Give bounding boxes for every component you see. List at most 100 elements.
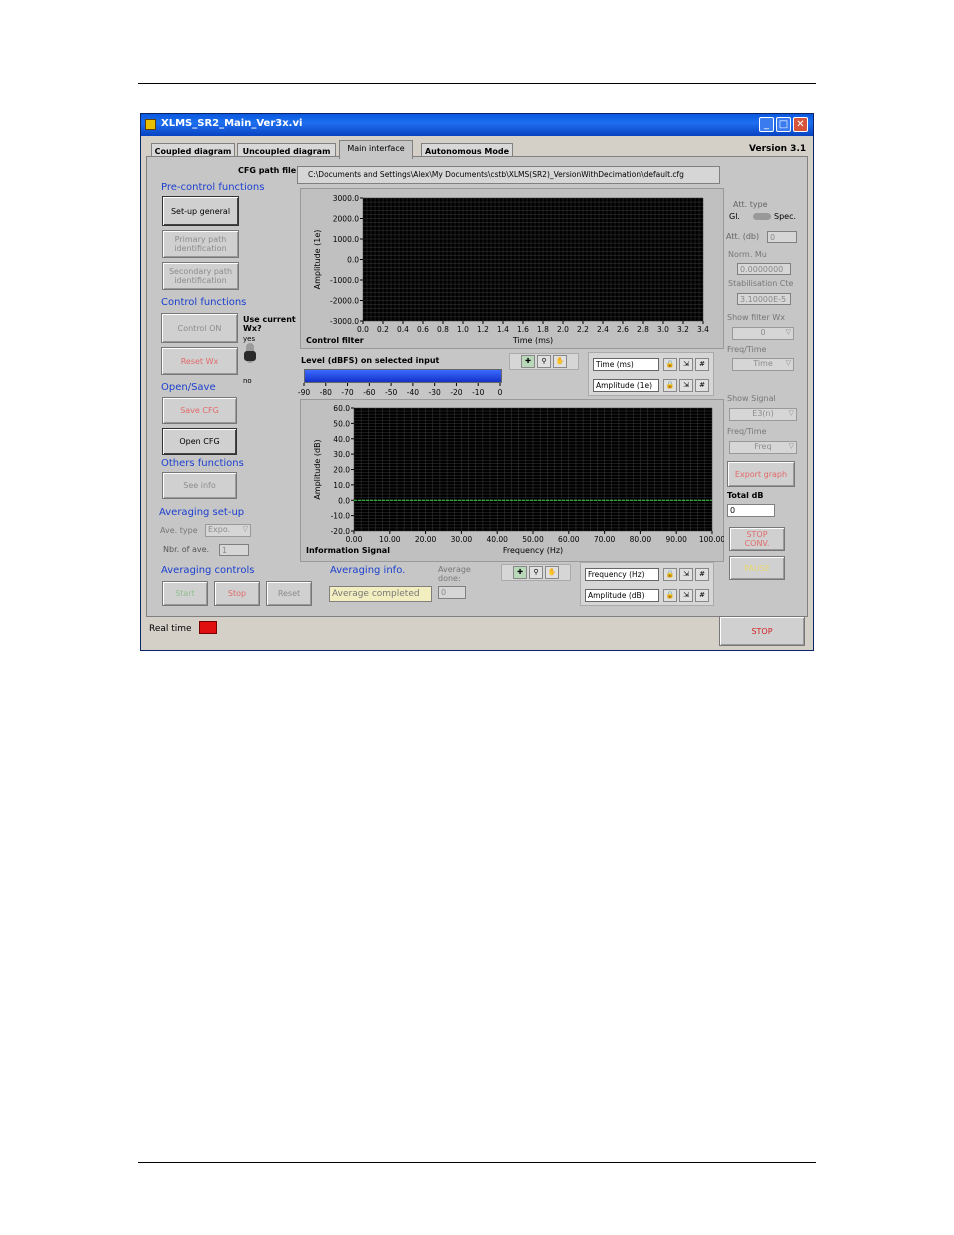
att-db-field[interactable]: 0 [767, 231, 797, 243]
norm-mu-label: Norm. Mu [728, 250, 767, 259]
x-tick-label: 1.4 [497, 325, 509, 334]
format2-y-icon[interactable]: # [695, 589, 709, 602]
hand-icon[interactable]: ✋ [553, 355, 567, 368]
setup-general-button[interactable]: Set-up general [162, 196, 239, 226]
use-wx-toggle[interactable] [243, 343, 257, 363]
y-tick-label: 30.0 [333, 450, 350, 459]
cfg-path-field[interactable]: C:\Documents and Settings\Alex\My Docume… [297, 166, 720, 184]
autoscale-y-icon[interactable]: ⇲ [679, 379, 693, 392]
norm-mu-field[interactable]: 0.0000000 [737, 263, 791, 275]
zoom2-icon[interactable]: ⚲ [529, 566, 543, 579]
x-tick-label: 70.00 [594, 535, 616, 544]
minimize-button[interactable]: _ [759, 117, 774, 132]
control-filter-chart: 0.0 0.2 0.4 0.6 0.8 1.0 1.2 1.4 1.6 1.8 2.0 2.2 2.4 2… [306, 194, 709, 345]
total-db-label: Total dB [727, 491, 764, 500]
lock2-y-icon[interactable]: 🔒 [663, 589, 677, 602]
level-bar-track [304, 369, 502, 383]
x-tick-label: 80.00 [630, 535, 652, 544]
maximize-button[interactable]: □ [776, 117, 791, 132]
x-tick-label: 90.00 [665, 535, 687, 544]
precontrol-heading: Pre-control functions [161, 182, 265, 193]
start-button[interactable]: Start [162, 581, 208, 606]
show-signal-label: Show Signal [727, 394, 776, 403]
see-info-button[interactable]: See info [162, 472, 237, 499]
stop-conv-button[interactable]: STOP CONV. [729, 527, 785, 551]
format2-x-icon[interactable]: # [695, 568, 709, 581]
crosshair2-icon[interactable]: ✚ [513, 566, 527, 579]
realtime-label: Real time [149, 624, 192, 634]
y-axis-label: Amplitude (1e) [313, 230, 322, 290]
cfg-path-label: CFG path file [238, 166, 297, 175]
stop-conv-line1: STOP [746, 530, 768, 539]
window-title: XLMS_SR2_Main_Ver3x.vi [161, 118, 303, 129]
stop-button[interactable]: STOP [719, 616, 805, 646]
freqtime2-select[interactable]: Freq [729, 441, 797, 454]
legend1-x[interactable]: Time (ms) [593, 358, 659, 371]
stop-avg-button[interactable]: Stop [214, 581, 260, 606]
freqtime1-select[interactable]: Time [732, 358, 794, 371]
y-tick-label: 1000.0 [333, 235, 359, 244]
legend1-panel: Time (ms) 🔒 ⇲ # Amplitude (1e) 🔒 ⇲ # [588, 352, 714, 396]
level-tick-label: -90 [298, 388, 310, 397]
information-signal-chart: 0.00 10.00 20.00 30.00 40.00 50.00 60.00 70.00 8… [306, 404, 724, 555]
labview-window: XLMS_SR2_Main_Ver3x.vi _ □ ✕ Coupled dia… [140, 113, 814, 651]
x-tick-label: 0.4 [397, 325, 409, 334]
show-signal-select[interactable]: E3(n) [729, 408, 797, 421]
x-axis-label: Frequency (Hz) [503, 546, 563, 555]
y-tick-label: 20.0 [333, 466, 350, 475]
x-tick-label: 1.2 [477, 325, 489, 334]
pause-label: PAUSE [744, 563, 770, 573]
x-tick-label: 2.4 [597, 325, 609, 334]
ave-type-select[interactable]: Expo. [205, 524, 251, 537]
average-done-field: 0 [438, 586, 466, 599]
primary-path-line2: identification [174, 244, 227, 253]
reset-button[interactable]: Reset [266, 581, 312, 606]
chart-title: Control filter [306, 336, 364, 345]
format-x-icon[interactable]: # [695, 358, 709, 371]
x-tick-label: 2.6 [617, 325, 629, 334]
y-tick-label: 0.0 [338, 496, 350, 505]
x-tick-label: 1.0 [457, 325, 469, 334]
reset-wx-button[interactable]: Reset Wx [161, 347, 238, 375]
average-done-line2: done: [438, 574, 461, 583]
stab-field[interactable]: 3.10000E-5 [737, 293, 791, 305]
secondary-path-line1: Secondary path [168, 267, 233, 276]
control-on-button[interactable]: Control ON [161, 313, 238, 343]
legend1-y[interactable]: Amplitude (1e) [593, 379, 659, 392]
legend2-x[interactable]: Frequency (Hz) [585, 568, 659, 581]
open-cfg-button[interactable]: Open CFG [162, 428, 237, 455]
hand2-icon[interactable]: ✋ [545, 566, 559, 579]
crosshair-icon[interactable]: ✚ [521, 355, 535, 368]
tab-main-interface[interactable]: Main interface [339, 140, 413, 159]
zoom-icon[interactable]: ⚲ [537, 355, 551, 368]
ave-nbr-field[interactable]: 1 [219, 544, 249, 556]
att-type-slider[interactable] [753, 213, 771, 220]
save-cfg-button[interactable]: Save CFG [162, 397, 237, 424]
average-done-line1: Average [438, 565, 471, 574]
secondary-path-button[interactable]: Secondary path identification [162, 262, 239, 290]
show-filter-select[interactable]: 0 [732, 327, 794, 340]
format-y-icon[interactable]: # [695, 379, 709, 392]
level-tick-label: 0 [498, 388, 503, 397]
primary-path-button[interactable]: Primary path identification [162, 230, 239, 258]
export-graph-button[interactable]: Export graph [727, 461, 795, 487]
pause-button[interactable]: PAUSE [729, 556, 785, 580]
level-tick-label: -30 [429, 388, 441, 397]
autoscale-x-icon[interactable]: ⇲ [679, 358, 693, 371]
lock2-icon[interactable]: 🔒 [663, 568, 677, 581]
header-rule [138, 83, 816, 84]
x-tick-label: 0.0 [357, 325, 369, 334]
close-button[interactable]: ✕ [793, 117, 808, 132]
lock-y-icon[interactable]: 🔒 [663, 379, 677, 392]
level-tick-label: -20 [450, 388, 462, 397]
level-tick-label: -60 [363, 388, 375, 397]
x-tick-label: 3.4 [697, 325, 709, 334]
x-tick-label: 1.8 [537, 325, 549, 334]
title-bar[interactable]: XLMS_SR2_Main_Ver3x.vi _ □ ✕ [141, 114, 813, 136]
lock-icon[interactable]: 🔒 [663, 358, 677, 371]
use-wx-line1: Use current [243, 315, 296, 324]
level-tick-label: -80 [320, 388, 332, 397]
autoscale2-x-icon[interactable]: ⇲ [679, 568, 693, 581]
autoscale2-y-icon[interactable]: ⇲ [679, 589, 693, 602]
legend2-y[interactable]: Amplitude (dB) [585, 589, 659, 602]
